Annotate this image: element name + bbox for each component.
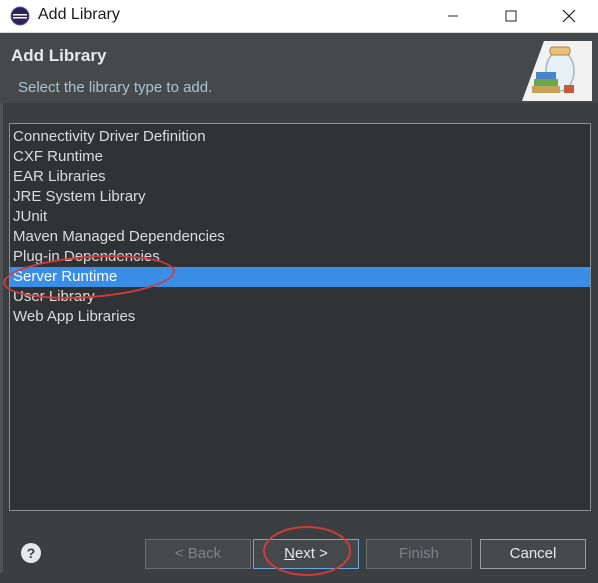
list-item-junit[interactable]: JUnit	[10, 207, 590, 227]
library-type-list[interactable]: Connectivity Driver Definition CXF Runti…	[9, 123, 591, 511]
window-titlebar: Add Library	[0, 0, 598, 33]
list-item-server-runtime[interactable]: Server Runtime	[10, 267, 590, 287]
list-item-web-app-libraries[interactable]: Web App Libraries	[10, 307, 590, 327]
list-item-ear-libraries[interactable]: EAR Libraries	[10, 167, 590, 187]
window-title: Add Library	[38, 6, 120, 23]
next-label: ext >	[294, 545, 328, 562]
list-item-jre-system-library[interactable]: JRE System Library	[10, 187, 590, 207]
minimize-icon	[448, 15, 458, 17]
list-item-cxf-runtime[interactable]: CXF Runtime	[10, 147, 590, 167]
maximize-button[interactable]	[482, 0, 540, 32]
cancel-button[interactable]: Cancel	[480, 539, 586, 569]
finish-button[interactable]: Finish	[366, 539, 472, 569]
dialog-header: Add Library Select the library type to a…	[0, 33, 598, 103]
close-button[interactable]	[540, 0, 598, 32]
eclipse-icon	[10, 6, 30, 26]
minimize-button[interactable]	[424, 0, 482, 32]
dialog-description: Select the library type to add.	[18, 79, 213, 96]
list-item-plug-in-dependencies[interactable]: Plug-in Dependencies	[10, 247, 590, 267]
close-icon	[562, 9, 576, 23]
dialog-title: Add Library	[11, 46, 107, 65]
help-button[interactable]: ?	[21, 543, 41, 563]
maximize-icon	[505, 10, 517, 22]
window-edge	[0, 103, 3, 573]
next-mnemonic: N	[284, 545, 295, 562]
list-item-maven-managed-dependencies[interactable]: Maven Managed Dependencies	[10, 227, 590, 247]
back-button[interactable]: < Back	[145, 539, 251, 569]
library-books-icon	[522, 41, 592, 101]
list-item-user-library[interactable]: User Library	[10, 287, 590, 307]
list-item-connectivity-driver-definition[interactable]: Connectivity Driver Definition	[10, 127, 590, 147]
next-button[interactable]: Next >	[253, 539, 359, 569]
